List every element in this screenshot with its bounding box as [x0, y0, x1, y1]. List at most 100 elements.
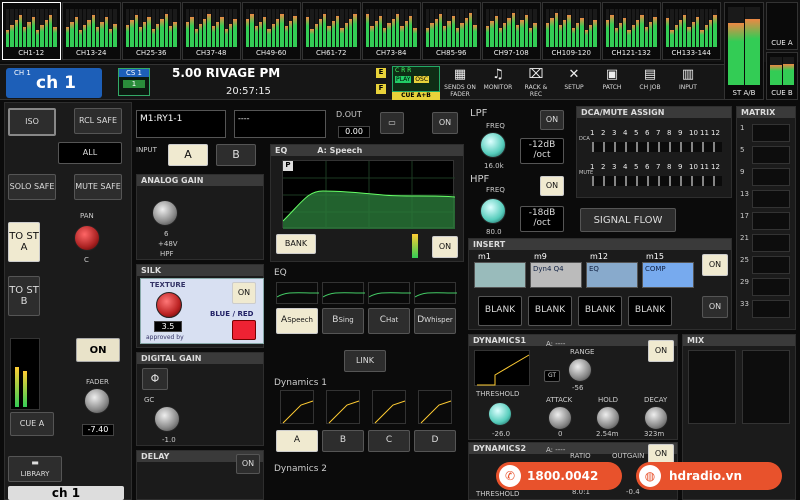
dout-copy-icon[interactable]: ▭ [380, 112, 404, 134]
meter-group[interactable]: CH73-84 [362, 2, 421, 60]
blue-red-button[interactable] [232, 320, 256, 340]
mute-safe-button[interactable]: MUTE SAFE [74, 174, 122, 200]
custom-fader-bank[interactable]: CS 1 1 [118, 68, 150, 96]
insert-plugin[interactable]: EQ [586, 262, 638, 288]
website-badge[interactable]: ◍ hdradio.vn [636, 462, 782, 490]
meter-group[interactable]: CH121-132 [602, 2, 661, 60]
channel-select[interactable]: CH 1 ch 1 [6, 68, 102, 98]
dynamics2-on-button[interactable]: ON [648, 444, 674, 464]
eq-preset-button[interactable]: B Sing [322, 308, 364, 334]
analog-gain-knob[interactable] [152, 200, 178, 226]
input-patch-b[interactable]: ---- [234, 110, 326, 138]
matrix-send[interactable] [752, 256, 790, 274]
meter-group[interactable]: CH37-48 [182, 2, 241, 60]
signal-flow-button[interactable]: SIGNAL FLOW [580, 208, 676, 232]
cue-b-meter[interactable]: CUE B [766, 52, 798, 100]
scene-name[interactable]: 5.00 RIVAGE PM [172, 66, 280, 80]
link-button[interactable]: LINK [344, 350, 386, 372]
cue-a-meter[interactable]: CUE A [766, 2, 798, 50]
toolbar-button[interactable]: ▥ INPUT [672, 66, 704, 98]
hold-knob[interactable] [596, 406, 620, 430]
recorder-status[interactable]: C R R PLAY OSC [392, 66, 440, 92]
insert-on-button-2[interactable]: ON [702, 296, 728, 318]
mute-assign-row[interactable] [592, 176, 722, 186]
meter-group[interactable]: CH13-24 [62, 2, 121, 60]
matrix-send[interactable] [752, 234, 790, 252]
fader-knob[interactable] [84, 388, 110, 414]
cue-a-button[interactable]: CUE A [10, 412, 54, 436]
gate-type[interactable]: GT [544, 370, 560, 382]
dyn-preset-button[interactable]: C [368, 430, 410, 452]
threshold-knob[interactable] [488, 402, 512, 426]
toolbar-button[interactable]: ⌧ RACK & REC [520, 66, 552, 98]
matrix-send[interactable] [752, 300, 790, 318]
insert-plugin[interactable]: COMP [642, 262, 694, 288]
lpf-on-button[interactable]: ON [540, 110, 564, 130]
dynamics1-on-button[interactable]: ON [648, 340, 674, 362]
insert-blank-button[interactable]: BLANK [528, 296, 572, 326]
meter-group[interactable]: CH97-108 [482, 2, 541, 60]
dyn-preset-button[interactable]: A [276, 430, 318, 452]
library-button[interactable]: ▬ LIBRARY [8, 456, 62, 482]
meter-group[interactable]: CH61-72 [302, 2, 361, 60]
mix-send-block[interactable] [688, 350, 736, 424]
input-patch[interactable]: M1:RY1-1 [136, 110, 226, 138]
dyn-preset-button[interactable]: D [414, 430, 456, 452]
eq-on-button[interactable]: ON [432, 236, 458, 258]
toolbar-button[interactable]: ✕ SETUP [558, 66, 590, 98]
toolbar-button[interactable]: ▣ PATCH [596, 66, 628, 98]
solo-safe-button[interactable]: SOLO SAFE [8, 174, 56, 200]
matrix-send[interactable] [752, 146, 790, 164]
lpf-slope[interactable]: -12dB /oct [520, 138, 564, 164]
dout-value[interactable]: 0.00 [338, 126, 370, 138]
toolbar-button[interactable]: ▤ CH JOB [634, 66, 666, 98]
iso-button[interactable]: ISO [8, 108, 56, 136]
hpf-slope[interactable]: -18dB /oct [520, 206, 564, 232]
to-st-a-button[interactable]: TO ST A [8, 222, 40, 262]
dyn-preset-button[interactable]: B [322, 430, 364, 452]
meter-group[interactable]: CH109-120 [542, 2, 601, 60]
hpf-on-button[interactable]: ON [540, 176, 564, 196]
input-a-button[interactable]: A [168, 144, 208, 166]
phone-badge[interactable]: ✆ 1800.0042 [496, 462, 622, 490]
meter-group[interactable]: CH1-12 [2, 2, 61, 60]
delay-on-button[interactable]: ON [236, 454, 260, 474]
mix-send-block[interactable] [742, 350, 790, 424]
meter-group[interactable]: CH49-60 [242, 2, 301, 60]
insert-plugin[interactable] [474, 262, 526, 288]
range-knob[interactable] [568, 358, 592, 382]
all-button[interactable]: ALL [58, 142, 122, 164]
dca-assign-row[interactable] [592, 142, 722, 152]
st-ab-meter[interactable]: ST A/B [724, 2, 764, 100]
meter-group[interactable]: CH85-96 [422, 2, 481, 60]
meter-group[interactable]: CH133-144 [662, 2, 721, 60]
insert-blank-button[interactable]: BLANK [478, 296, 522, 326]
phase-button[interactable]: Φ [142, 368, 168, 390]
to-st-b-button[interactable]: TO ST B [8, 276, 40, 316]
meter-group[interactable]: CH25-36 [122, 2, 181, 60]
toolbar-button[interactable]: ♫ MONITOR [482, 66, 514, 98]
eq-graph[interactable] [282, 160, 456, 229]
matrix-send[interactable] [752, 190, 790, 208]
input-b-button[interactable]: B [216, 144, 256, 166]
matrix-send[interactable] [752, 212, 790, 230]
eq-preset-button[interactable]: C Hat [368, 308, 410, 334]
eq-bank-button[interactable]: BANK [276, 234, 316, 254]
pan-knob[interactable] [74, 225, 100, 251]
recall-safe-button[interactable]: RCL SAFE [74, 108, 122, 134]
channel-on-button[interactable]: ON [76, 338, 120, 362]
attack-knob[interactable] [548, 406, 572, 430]
eq-preset-button[interactable]: D Whisper [414, 308, 456, 334]
digital-gain-knob[interactable] [154, 406, 180, 432]
matrix-send[interactable] [752, 278, 790, 296]
hpf-freq-knob[interactable] [480, 198, 506, 224]
eq-preset-button[interactable]: A Speech [276, 308, 318, 334]
insert-plugin[interactable]: Dyn4 Q4 [530, 262, 582, 288]
dout-on-button[interactable]: ON [432, 112, 458, 134]
insert-blank-button[interactable]: BLANK [628, 296, 672, 326]
insert-on-button[interactable]: ON [702, 254, 728, 276]
channel-name-bottom[interactable]: ch 1 [8, 486, 124, 500]
texture-knob[interactable] [156, 292, 182, 318]
matrix-send[interactable] [752, 124, 790, 142]
decay-knob[interactable] [644, 406, 668, 430]
